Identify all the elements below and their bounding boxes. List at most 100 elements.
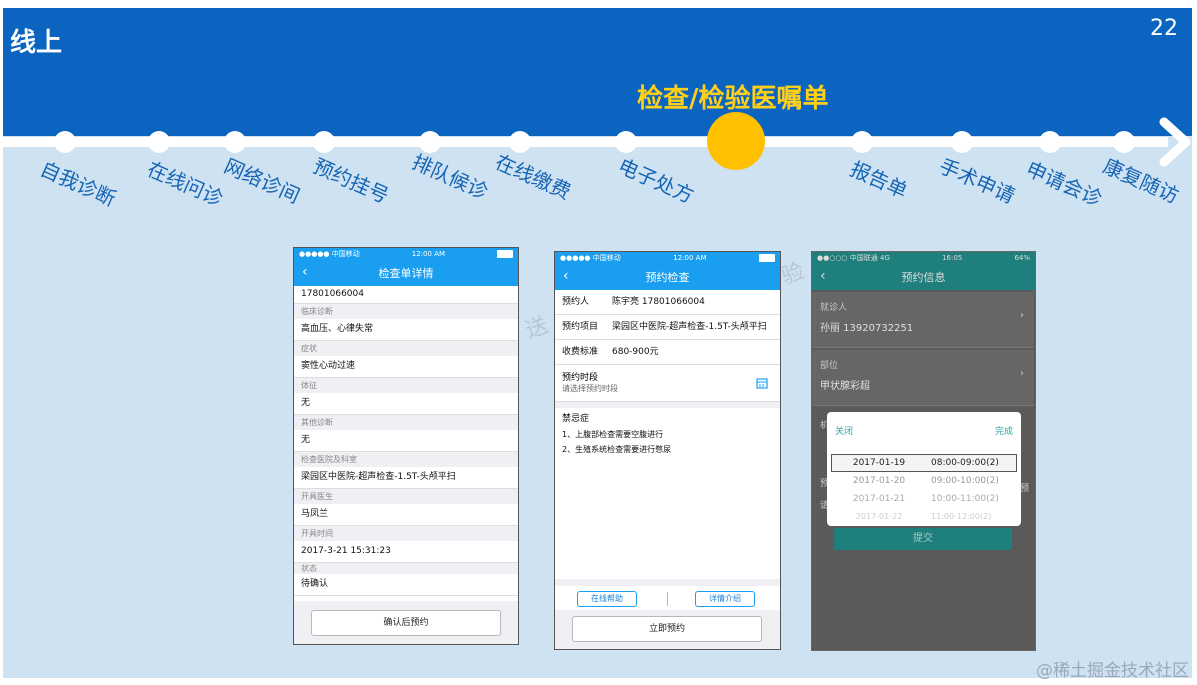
back-icon[interactable]: ‹ bbox=[563, 268, 569, 284]
carrier-label: ●●●●● 中国移动 bbox=[560, 254, 621, 262]
chevron-right-icon: › bbox=[1020, 368, 1024, 379]
field-label: 开具时间 bbox=[294, 526, 518, 541]
field-label: 状态 bbox=[294, 563, 518, 574]
timeline-dot bbox=[951, 131, 973, 153]
field-label: 症状 bbox=[294, 341, 518, 356]
field-value: 高血压、心律失常 bbox=[294, 319, 518, 341]
page-number: 22 bbox=[1150, 16, 1178, 41]
picker-row[interactable]: 2017-01-20 09:00-10:00(2) bbox=[827, 476, 1021, 486]
ghost-text: 送 bbox=[522, 312, 552, 344]
page-title: 预约检查 bbox=[645, 271, 690, 284]
field-label: 临床诊断 bbox=[294, 304, 518, 319]
timeline-step: 自我诊断 bbox=[36, 156, 120, 212]
timeline-dot-active bbox=[707, 112, 765, 170]
divider bbox=[667, 592, 668, 606]
timeline-step: 手术申请 bbox=[935, 153, 1019, 209]
field-value: 2017-3-21 15:31:23 bbox=[294, 541, 518, 563]
timeline-step: 网络诊间 bbox=[220, 153, 304, 209]
chevron-right-icon: › bbox=[1020, 310, 1024, 321]
contra-title: 禁忌症 bbox=[562, 414, 590, 424]
details-button[interactable]: 详情介绍 bbox=[695, 591, 755, 607]
timeline-dot bbox=[1039, 131, 1061, 153]
watermark: @稀土掘金技术社区 bbox=[1036, 661, 1189, 681]
time-slot-label: 预约时段 bbox=[562, 373, 599, 383]
timeline-step: 在线缴费 bbox=[491, 149, 575, 205]
picker-row[interactable]: 2017-01-21 10:00-11:00(2) bbox=[827, 494, 1021, 504]
timeline-step: 在线问诊 bbox=[143, 156, 227, 212]
fee-row: 收费标准 680-900元 bbox=[555, 340, 780, 365]
timeline-dot bbox=[224, 131, 246, 153]
timeline-step: 预约挂号 bbox=[309, 153, 393, 209]
nav-bar: ‹ 预约信息 bbox=[812, 264, 1035, 290]
timeline-dot bbox=[851, 131, 873, 153]
slide: 线上 22 检查/检验医嘱单 自我诊断 在线问诊 网络诊间 预约挂号 排队候诊 … bbox=[3, 8, 1192, 678]
submit-button[interactable]: 提交 bbox=[834, 528, 1012, 550]
field-value: 无 bbox=[294, 430, 518, 452]
time-slot-placeholder: 请选择预约时段 bbox=[562, 384, 618, 393]
item-label: 预约项目 bbox=[562, 322, 599, 332]
status-time: 12:00 AM bbox=[411, 250, 445, 258]
part-value: 甲状腺彩超 bbox=[820, 381, 870, 392]
item-row: 预约项目 梁园区中医院-超声检查-1.5T-头颅平扫 bbox=[555, 315, 780, 340]
patient-row[interactable]: 就诊人 孙丽 13920732251 › bbox=[812, 292, 1034, 348]
phone-booking-info: ●●○○○ 中国联通 4G 16:05 64% ‹ 预约信息 就诊人 孙丽 13… bbox=[811, 251, 1036, 651]
picker-done-button[interactable]: 完成 bbox=[995, 424, 1013, 437]
status-time: 12:00 AM bbox=[673, 254, 707, 262]
calendar-icon[interactable] bbox=[756, 377, 768, 389]
back-icon[interactable]: ‹ bbox=[302, 264, 308, 280]
status-value: 待确认 bbox=[294, 574, 518, 596]
online-help-button[interactable]: 在线帮助 bbox=[577, 591, 637, 607]
field-label: 其他诊断 bbox=[294, 415, 518, 430]
patient-value: 孙丽 13920732251 bbox=[820, 323, 914, 334]
timeline-arrow-icon bbox=[1159, 117, 1191, 167]
fee-value: 680-900元 bbox=[612, 347, 659, 357]
field-label: 检查医院及科室 bbox=[294, 452, 518, 467]
carrier-label: ●●●●● 中国移动 bbox=[299, 250, 360, 258]
phone-exam-detail: ●●●●● 中国移动 12:00 AM ‹ 检查单详情 17801066004 … bbox=[293, 247, 519, 645]
battery-level: 64% bbox=[1014, 254, 1030, 262]
field-label: 体征 bbox=[294, 378, 518, 393]
timeline-step: 报告单 bbox=[846, 156, 912, 203]
contraindications: 禁忌症 1、上腹部检查需要空腹进行 2、生殖系统检查需要进行憋尿 bbox=[555, 408, 780, 461]
header-band: 线上 22 检查/检验医嘱单 bbox=[3, 8, 1192, 136]
carrier-label: ●●○○○ 中国联通 4G bbox=[817, 254, 890, 262]
timeline-line bbox=[3, 137, 1168, 147]
confirm-book-button[interactable]: 确认后预约 bbox=[311, 610, 501, 636]
cut-label: 预 bbox=[1020, 484, 1030, 494]
timeline-step: 申请会诊 bbox=[1022, 156, 1106, 212]
field-value: 梁园区中医院-超声检查-1.5T-头颅平扫 bbox=[294, 467, 518, 489]
highlight-title: 检查/检验医嘱单 bbox=[637, 84, 829, 114]
picker-row[interactable]: 2017-01-19 08:00-09:00(2) bbox=[827, 458, 1021, 468]
fee-label: 收费标准 bbox=[562, 347, 599, 357]
phone-header: ●●●●● 中国移动 12:00 AM ‹ 预约检查 bbox=[555, 252, 780, 290]
back-icon[interactable]: ‹ bbox=[820, 268, 826, 284]
part-label: 部位 bbox=[820, 361, 839, 371]
field-value: 无 bbox=[294, 393, 518, 415]
phone-book-exam: ●●●●● 中国移动 12:00 AM ‹ 预约检查 预约人 陈宇亮 178010… bbox=[554, 251, 781, 650]
field-label: 开具医生 bbox=[294, 489, 518, 504]
field-value: 窦性心动过速 bbox=[294, 356, 518, 378]
booker-value: 陈宇亮 17801066004 bbox=[612, 297, 705, 307]
item-value: 梁园区中医院-超声检查-1.5T-头颅平扫 bbox=[612, 322, 767, 332]
status-bar: ●●○○○ 中国联通 4G 16:05 64% bbox=[812, 252, 1035, 264]
contra-item: 2、生殖系统检查需要进行憋尿 bbox=[562, 445, 672, 454]
time-slot-row[interactable]: 预约时段 请选择预约时段 bbox=[555, 365, 780, 402]
phone-header: ●●●●● 中国移动 12:00 AM ‹ 检查单详情 bbox=[294, 248, 518, 286]
page-title: 预约信息 bbox=[901, 271, 946, 284]
field-value: 马凤兰 bbox=[294, 504, 518, 526]
page-title: 检查单详情 bbox=[378, 267, 434, 280]
timeline-dot bbox=[1113, 131, 1135, 153]
part-row[interactable]: 部位 甲状腺彩超 › bbox=[812, 350, 1034, 406]
timeline-dot bbox=[313, 131, 335, 153]
book-now-button[interactable]: 立即预约 bbox=[572, 616, 762, 642]
time-picker: 关闭 完成 2017-01-19 08:00-09:00(2) 2017-01-… bbox=[827, 412, 1021, 526]
status-time: 16:05 bbox=[942, 254, 963, 262]
picker-close-button[interactable]: 关闭 bbox=[835, 424, 853, 437]
timeline-step: 排队候诊 bbox=[408, 149, 492, 205]
battery-icon bbox=[497, 250, 513, 258]
timeline-dot bbox=[54, 131, 76, 153]
contra-item: 1、上腹部检查需要空腹进行 bbox=[562, 430, 664, 439]
battery-icon bbox=[759, 254, 775, 262]
timeline-step: 电子处方 bbox=[614, 153, 698, 209]
picker-row[interactable]: 2017-01-22 11:00-12:00(2) bbox=[827, 512, 1021, 521]
